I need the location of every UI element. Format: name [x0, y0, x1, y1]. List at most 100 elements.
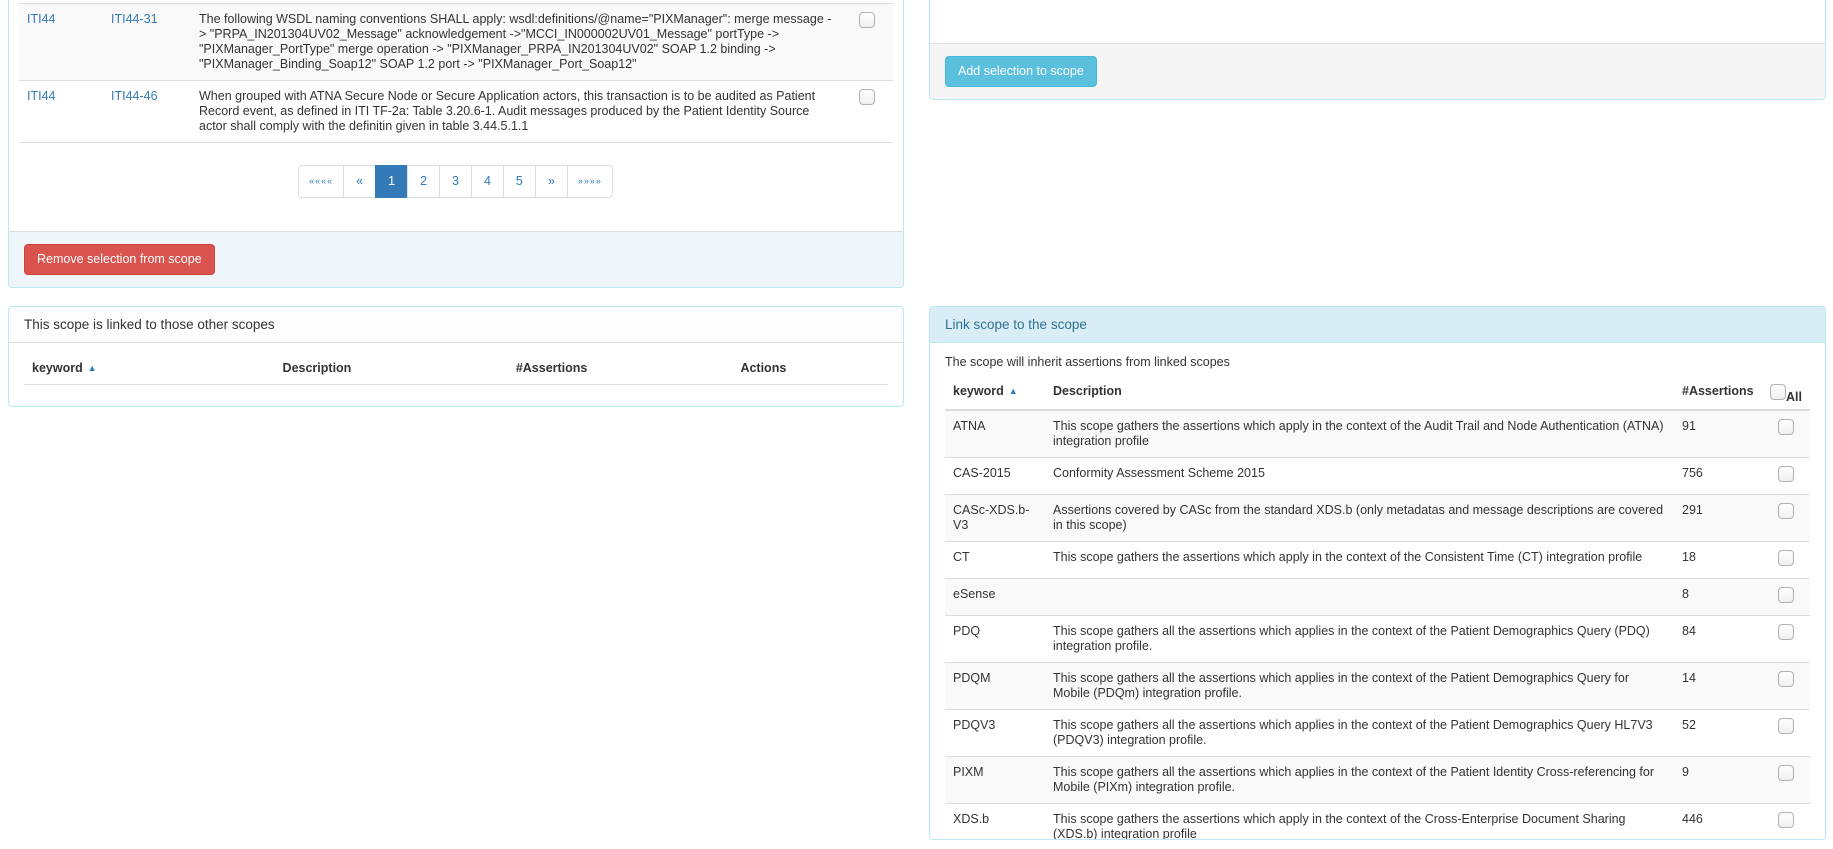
- scope-keyword: CAS-2015: [945, 458, 1045, 495]
- scopes-table-body: ATNAThis scope gathers the assertions wh…: [945, 410, 1810, 840]
- scope-assertion-count: 18: [1674, 542, 1762, 579]
- profile-link[interactable]: ITI44: [27, 89, 56, 103]
- link-scope-panel: Link scope to the scope The scope will i…: [929, 306, 1826, 840]
- linked-scopes-panel: This scope is linked to those other scop…: [8, 306, 904, 407]
- scope-description: [1045, 579, 1674, 616]
- scope-row: CTThis scope gathers the assertions whic…: [945, 542, 1810, 579]
- profile-link[interactable]: ITI44: [27, 12, 56, 26]
- pagination-item[interactable]: 5: [503, 165, 536, 198]
- assertions-table-body: ITI44 ITI44-31 The following WSDL naming c…: [19, 4, 893, 143]
- scope-keyword: PDQM: [945, 663, 1045, 710]
- pagination-item[interactable]: «: [343, 165, 376, 198]
- select-all-label: All: [1786, 390, 1802, 404]
- linked-scopes-title: This scope is linked to those other scop…: [9, 307, 903, 343]
- linked-description-header[interactable]: Description: [275, 351, 508, 385]
- pagination-item[interactable]: 3: [439, 165, 472, 198]
- scopes-table: keyword ▲ Description #Assertions All ATN…: [945, 378, 1810, 840]
- scope-row: PDQV3This scope gathers all the assertio…: [945, 710, 1810, 757]
- scope-row-checkbox[interactable]: [1778, 503, 1794, 519]
- remove-selection-button[interactable]: Remove selection from scope: [24, 244, 215, 275]
- pagination-item[interactable]: »: [535, 165, 568, 198]
- assertion-id-link[interactable]: ITI44-31: [111, 12, 158, 26]
- scope-row-checkbox[interactable]: [1778, 671, 1794, 687]
- scope-keyword: eSense: [945, 579, 1045, 616]
- scope-assertion-count: 756: [1674, 458, 1762, 495]
- scope-row: PIXMThis scope gathers all the assertion…: [945, 757, 1810, 804]
- scope-keyword: ATNA: [945, 410, 1045, 458]
- inherit-note: The scope will inherit assertions from l…: [945, 355, 1810, 369]
- scope-row: PDQThis scope gathers all the assertions…: [945, 616, 1810, 663]
- scope-description: Conformity Assessment Scheme 2015: [1045, 458, 1674, 495]
- scope-assertion-count: 446: [1674, 804, 1762, 841]
- scope-description: Assertions covered by CASc from the stan…: [1045, 495, 1674, 542]
- linked-scopes-body: keyword▲ Description #Assertions Actions: [9, 343, 903, 385]
- scopes-keyword-header-label: keyword: [953, 384, 1004, 398]
- scope-description: This scope gathers all the assertions wh…: [1045, 616, 1674, 663]
- scope-row-checkbox[interactable]: [1778, 624, 1794, 640]
- scope-description: This scope gathers all the assertions wh…: [1045, 710, 1674, 757]
- pagination: «««««12345»»»»»: [299, 165, 613, 198]
- sort-asc-icon: ▲: [1009, 386, 1018, 396]
- assertion-row-checkbox[interactable]: [859, 89, 875, 105]
- scope-row: ATNAThis scope gathers the assertions wh…: [945, 410, 1810, 458]
- scope-row-checkbox[interactable]: [1778, 419, 1794, 435]
- scope-row-checkbox[interactable]: [1778, 812, 1794, 828]
- linked-scopes-header-row: keyword▲ Description #Assertions Actions: [24, 351, 888, 385]
- scope-description: This scope gathers the assertions which …: [1045, 542, 1674, 579]
- assertion-text: The following WSDL naming conventions SH…: [191, 4, 841, 81]
- scope-description: This scope gathers the assertions which …: [1045, 804, 1674, 841]
- scope-assertion-count: 8: [1674, 579, 1762, 616]
- scope-assertions-body: ITI44 ITI44-31 The following WSDL naming c…: [9, 0, 903, 198]
- pagination-item[interactable]: 1: [375, 165, 408, 198]
- linked-actions-header: Actions: [732, 351, 888, 385]
- scope-row: CASc-XDS.b-V3Assertions covered by CASc …: [945, 495, 1810, 542]
- scope-keyword: PDQ: [945, 616, 1045, 663]
- link-scope-body: The scope will inherit assertions from l…: [930, 343, 1825, 840]
- scope-row-checkbox[interactable]: [1778, 466, 1794, 482]
- add-selection-button[interactable]: Add selection to scope: [945, 56, 1097, 87]
- scope-keyword: PIXM: [945, 757, 1045, 804]
- scope-row: eSense 8: [945, 579, 1810, 616]
- scopes-keyword-header[interactable]: keyword ▲: [945, 378, 1045, 410]
- assertion-row-checkbox[interactable]: [859, 12, 875, 28]
- pagination-item[interactable]: 4: [471, 165, 504, 198]
- select-all-checkbox[interactable]: [1770, 384, 1786, 400]
- scope-keyword: CT: [945, 542, 1045, 579]
- pagination-wrap: «««««12345»»»»»: [19, 165, 893, 198]
- scopes-description-header[interactable]: Description: [1045, 378, 1674, 410]
- linked-assertions-header[interactable]: #Assertions: [508, 351, 733, 385]
- scopes-all-header: All: [1762, 378, 1810, 410]
- scopes-header-row: keyword ▲ Description #Assertions All: [945, 378, 1810, 410]
- scope-row-checkbox[interactable]: [1778, 765, 1794, 781]
- scope-assertion-count: 84: [1674, 616, 1762, 663]
- scope-description: This scope gathers all the assertions wh…: [1045, 663, 1674, 710]
- linked-keyword-header[interactable]: keyword▲: [24, 351, 275, 385]
- scope-row: XDS.bThis scope gathers the assertions w…: [945, 804, 1810, 841]
- scope-assertions-footer: Remove selection from scope: [9, 231, 903, 287]
- scope-row-checkbox[interactable]: [1778, 718, 1794, 734]
- assertion-text: When grouped with ATNA Secure Node or Se…: [191, 81, 841, 143]
- scope-assertions-table: ITI44 ITI44-31 The following WSDL naming c…: [19, 3, 893, 143]
- scope-keyword: CASc-XDS.b-V3: [945, 495, 1045, 542]
- add-selection-panel: Add selection to scope: [929, 0, 1826, 100]
- scope-assertion-count: 9: [1674, 757, 1762, 804]
- scope-keyword: XDS.b: [945, 804, 1045, 841]
- assertion-id-link[interactable]: ITI44-46: [111, 89, 158, 103]
- scope-description: This scope gathers the assertions which …: [1045, 410, 1674, 458]
- scope-assertions-panel: ITI44 ITI44-31 The following WSDL naming c…: [8, 0, 904, 288]
- scope-row-checkbox[interactable]: [1778, 550, 1794, 566]
- pagination-item[interactable]: ««««: [298, 165, 344, 198]
- assertion-row: ITI44 ITI44-31 The following WSDL naming c…: [19, 4, 893, 81]
- scope-assertion-count: 291: [1674, 495, 1762, 542]
- scope-keyword: PDQV3: [945, 710, 1045, 757]
- scope-assertion-count: 14: [1674, 663, 1762, 710]
- linked-scopes-table: keyword▲ Description #Assertions Actions: [24, 351, 888, 385]
- scope-row: PDQMThis scope gathers all the assertion…: [945, 663, 1810, 710]
- add-selection-footer: Add selection to scope: [930, 43, 1825, 99]
- scope-assertion-count: 91: [1674, 410, 1762, 458]
- pagination-item[interactable]: 2: [407, 165, 440, 198]
- scopes-assertions-header[interactable]: #Assertions: [1674, 378, 1762, 410]
- scope-assertion-count: 52: [1674, 710, 1762, 757]
- scope-row-checkbox[interactable]: [1778, 587, 1794, 603]
- pagination-item[interactable]: »»»»: [567, 165, 613, 198]
